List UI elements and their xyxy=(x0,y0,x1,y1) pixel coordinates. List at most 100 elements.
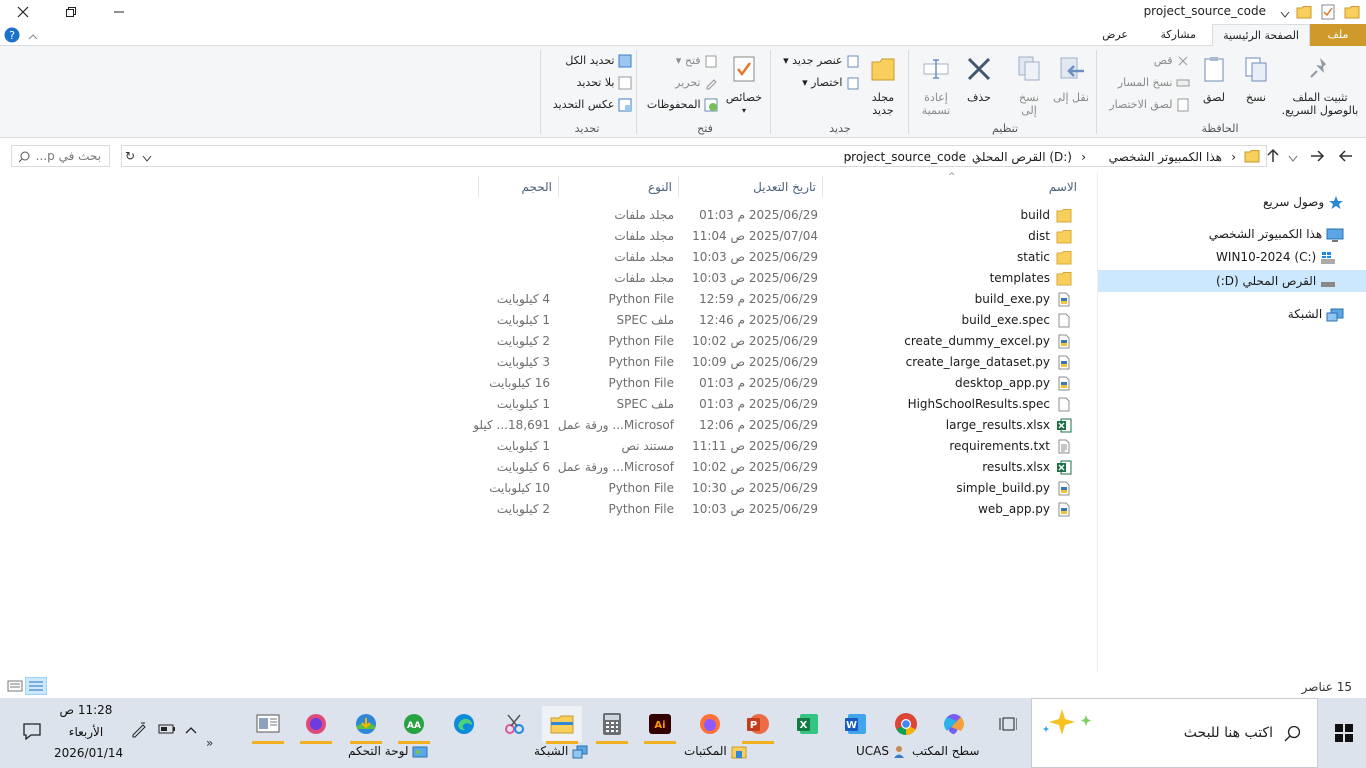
powerpoint-button[interactable]: P xyxy=(738,706,778,744)
nav-item-drive-c[interactable]: WIN10-2024 (C:) xyxy=(1216,246,1336,268)
edit-button[interactable]: تحرير xyxy=(642,74,718,92)
battery-icon[interactable] xyxy=(158,722,176,739)
toolbar-network[interactable]: الشبكة xyxy=(534,744,588,759)
file-row[interactable]: create_dummy_excel.py 2025/06/29 ص 10:02 P… xyxy=(470,331,1090,352)
nav-item-quick-access[interactable]: وصول سريع xyxy=(1263,191,1344,213)
file-row[interactable]: create_large_dataset.py 2025/06/29 ص 10:0… xyxy=(470,352,1090,373)
recent-locations-icon[interactable] xyxy=(1288,152,1298,166)
address-dropdown-icon[interactable] xyxy=(142,152,152,166)
crumb-separator-icon[interactable]: › xyxy=(1081,149,1086,165)
help-icon[interactable]: ? xyxy=(4,27,20,46)
file-row[interactable]: HighSchoolResults.spec 2025/06/29 م 01:03… xyxy=(470,394,1090,415)
taskbar-search[interactable]: اكتب هنا للبحث xyxy=(1031,698,1318,768)
crumb-separator-icon[interactable]: › xyxy=(975,149,980,165)
breadcrumb-this-pc[interactable]: هذا الكمبيوتر الشخصي xyxy=(1109,149,1222,165)
copy-button[interactable]: نسخ xyxy=(1238,54,1274,104)
calculator-button[interactable] xyxy=(592,706,632,744)
crumb-separator-icon[interactable]: › xyxy=(1231,149,1236,165)
pen-icon[interactable] xyxy=(130,720,148,741)
excel-button[interactable]: X xyxy=(788,706,828,742)
file-row[interactable]: dist 2025/07/04 ص 11:04 مجلد ملفات xyxy=(470,226,1090,247)
crumb-separator-icon[interactable]: › xyxy=(847,149,852,165)
toolbar-overflow-icon[interactable]: » xyxy=(206,736,213,750)
column-divider[interactable] xyxy=(822,176,823,198)
copy-path-button[interactable]: نسخ المسار xyxy=(1106,74,1190,92)
maximize-button[interactable] xyxy=(48,0,94,24)
file-row[interactable]: templates 2025/06/29 ص 10:03 مجلد ملفات xyxy=(470,268,1090,289)
firefox-button[interactable] xyxy=(690,706,730,742)
up-arrow-icon[interactable] xyxy=(1265,148,1281,167)
file-row[interactable]: large_results.xlsx 2025/06/29 م 12:06 Micr… xyxy=(470,415,1090,436)
column-header-date[interactable]: تاريخ التعديل xyxy=(680,177,816,201)
task-view-button[interactable] xyxy=(988,706,1028,742)
select-all-button[interactable]: تحديد الكل xyxy=(546,52,632,70)
details-view-icon[interactable] xyxy=(7,679,23,696)
clock-date[interactable]: 2026/01/14 xyxy=(54,746,123,760)
paste-shortcut-button[interactable]: لصق الاختصار xyxy=(1100,96,1190,114)
column-divider[interactable] xyxy=(478,176,479,198)
app-circle-button[interactable] xyxy=(296,706,336,744)
rename-button[interactable]: إعادة تسمية xyxy=(914,54,958,117)
word-button[interactable]: W xyxy=(836,706,876,742)
invert-selection-button[interactable]: عكس التحديد xyxy=(546,96,632,114)
start-button[interactable] xyxy=(1322,698,1366,768)
chrome-button[interactable] xyxy=(886,706,926,742)
minimize-button[interactable] xyxy=(96,0,142,24)
qat-dropdown-icon[interactable] xyxy=(1280,8,1290,22)
file-row[interactable]: results.xlsx 2025/06/29 ص 10:02 Microsof..… xyxy=(470,457,1090,478)
column-header-size[interactable]: الحجم xyxy=(480,177,552,201)
close-button[interactable] xyxy=(0,0,46,24)
file-row[interactable]: build_exe.py 2025/06/29 م 12:59 Python Fil… xyxy=(470,289,1090,310)
clock-day[interactable]: الأربعاء xyxy=(54,725,118,739)
list-view-icon[interactable] xyxy=(25,677,47,695)
notifications-icon[interactable] xyxy=(22,722,42,743)
forward-arrow-icon[interactable] xyxy=(1309,148,1325,167)
download-manager-button[interactable] xyxy=(346,706,386,744)
tab-view[interactable]: عرض xyxy=(1092,24,1138,46)
column-divider[interactable] xyxy=(558,176,559,198)
tab-file[interactable]: ملف xyxy=(1310,24,1366,46)
column-header-name[interactable]: الاسم xyxy=(822,177,1077,201)
column-divider[interactable] xyxy=(678,176,679,198)
copy-to-button[interactable]: نسخ إلى xyxy=(1010,54,1048,117)
file-row[interactable]: simple_build.py 2025/06/29 ص 10:30 Python … xyxy=(470,478,1090,499)
copilot-button[interactable] xyxy=(934,706,974,742)
address-box[interactable]: › هذا الكمبيوتر الشخصي › القرص المحلي (D… xyxy=(121,145,1267,167)
snipping-tool-button[interactable] xyxy=(494,706,534,742)
file-explorer-button[interactable] xyxy=(542,706,582,744)
toolbar-control-panel[interactable]: لوحة التحكم xyxy=(348,744,428,759)
folder-icon[interactable] xyxy=(1296,4,1312,23)
illustrator-button[interactable]: Ai xyxy=(640,706,680,744)
select-none-button[interactable]: بلا تحديد xyxy=(546,74,632,92)
edge-button[interactable] xyxy=(444,706,484,742)
collapse-ribbon-icon[interactable] xyxy=(28,30,38,44)
paste-button[interactable]: لصق xyxy=(1196,54,1232,104)
nav-item-network[interactable]: الشبكة xyxy=(1288,303,1344,325)
toolbar-desktop[interactable]: سطح المكتب xyxy=(912,744,979,758)
clock-time[interactable]: 11:28 ص xyxy=(54,703,118,717)
file-row[interactable]: build_exe.spec 2025/06/29 م 12:46 ملف SPEC… xyxy=(470,310,1090,331)
file-row[interactable]: build 2025/06/29 م 01:03 مجلد ملفات xyxy=(470,205,1090,226)
show-hidden-icons-icon[interactable] xyxy=(184,724,198,738)
file-row[interactable]: static 2025/06/29 ص 10:03 مجلد ملفات xyxy=(470,247,1090,268)
window-app-button[interactable] xyxy=(248,706,288,744)
easy-access-button[interactable]: اختصار ▾ xyxy=(776,74,860,92)
tab-share[interactable]: مشاركة xyxy=(1150,24,1206,46)
nav-item-this-pc[interactable]: هذا الكمبيوتر الشخصي xyxy=(1209,223,1344,245)
breadcrumb-drive-d[interactable]: القرص المحلي (D:) xyxy=(972,149,1072,165)
new-item-button[interactable]: عنصر جديد ▾ xyxy=(776,52,860,70)
breadcrumb-project[interactable]: project_source_code xyxy=(844,149,966,165)
delete-button[interactable]: حذف xyxy=(960,54,998,104)
refresh-icon[interactable]: ↻ xyxy=(125,149,135,163)
properties-button[interactable]: خصائص ▾ xyxy=(722,54,766,117)
tab-home[interactable]: الصفحة الرئيسية xyxy=(1212,24,1310,47)
new-folder-button[interactable]: مجلد جديد xyxy=(864,54,902,117)
properties-qat-icon[interactable] xyxy=(1320,4,1336,23)
move-to-button[interactable]: نقل إلى xyxy=(1052,54,1090,104)
cut-button[interactable]: قص xyxy=(1106,52,1190,70)
open-button[interactable]: فتح ▾ xyxy=(642,52,718,70)
nav-item-drive-d[interactable]: القرص المحلي (D:) xyxy=(1098,270,1366,292)
maps-app-button[interactable]: AA xyxy=(394,706,434,744)
file-row[interactable]: web_app.py 2025/06/29 ص 10:03 Python File 2… xyxy=(470,499,1090,520)
toolbar-libraries[interactable]: المكتبات xyxy=(684,744,747,759)
